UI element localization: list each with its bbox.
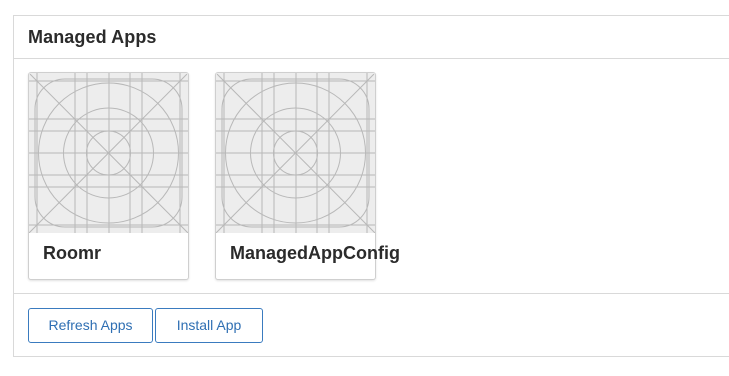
app-name: ManagedAppConfig bbox=[230, 243, 400, 263]
panel-footer: Refresh Apps Install App bbox=[14, 293, 729, 357]
app-tile-roomr[interactable]: Roomr bbox=[28, 72, 189, 280]
refresh-apps-button[interactable]: Refresh Apps bbox=[28, 308, 153, 343]
app-tile-managedappconfig[interactable]: ManagedAppConfig bbox=[215, 72, 400, 280]
app-icon-placeholder-icon bbox=[29, 73, 188, 233]
install-app-button[interactable]: Install App bbox=[155, 308, 263, 343]
panel-header: Managed Apps bbox=[14, 16, 729, 59]
app-name: Roomr bbox=[43, 243, 101, 263]
panel-title: Managed Apps bbox=[28, 27, 157, 47]
app-icon-placeholder-icon bbox=[216, 73, 375, 233]
apps-grid: Roomr ManagedAppConfig bbox=[14, 60, 729, 294]
managed-apps-panel: Managed Apps Roomr ManagedAppConfig Refr… bbox=[13, 15, 729, 357]
